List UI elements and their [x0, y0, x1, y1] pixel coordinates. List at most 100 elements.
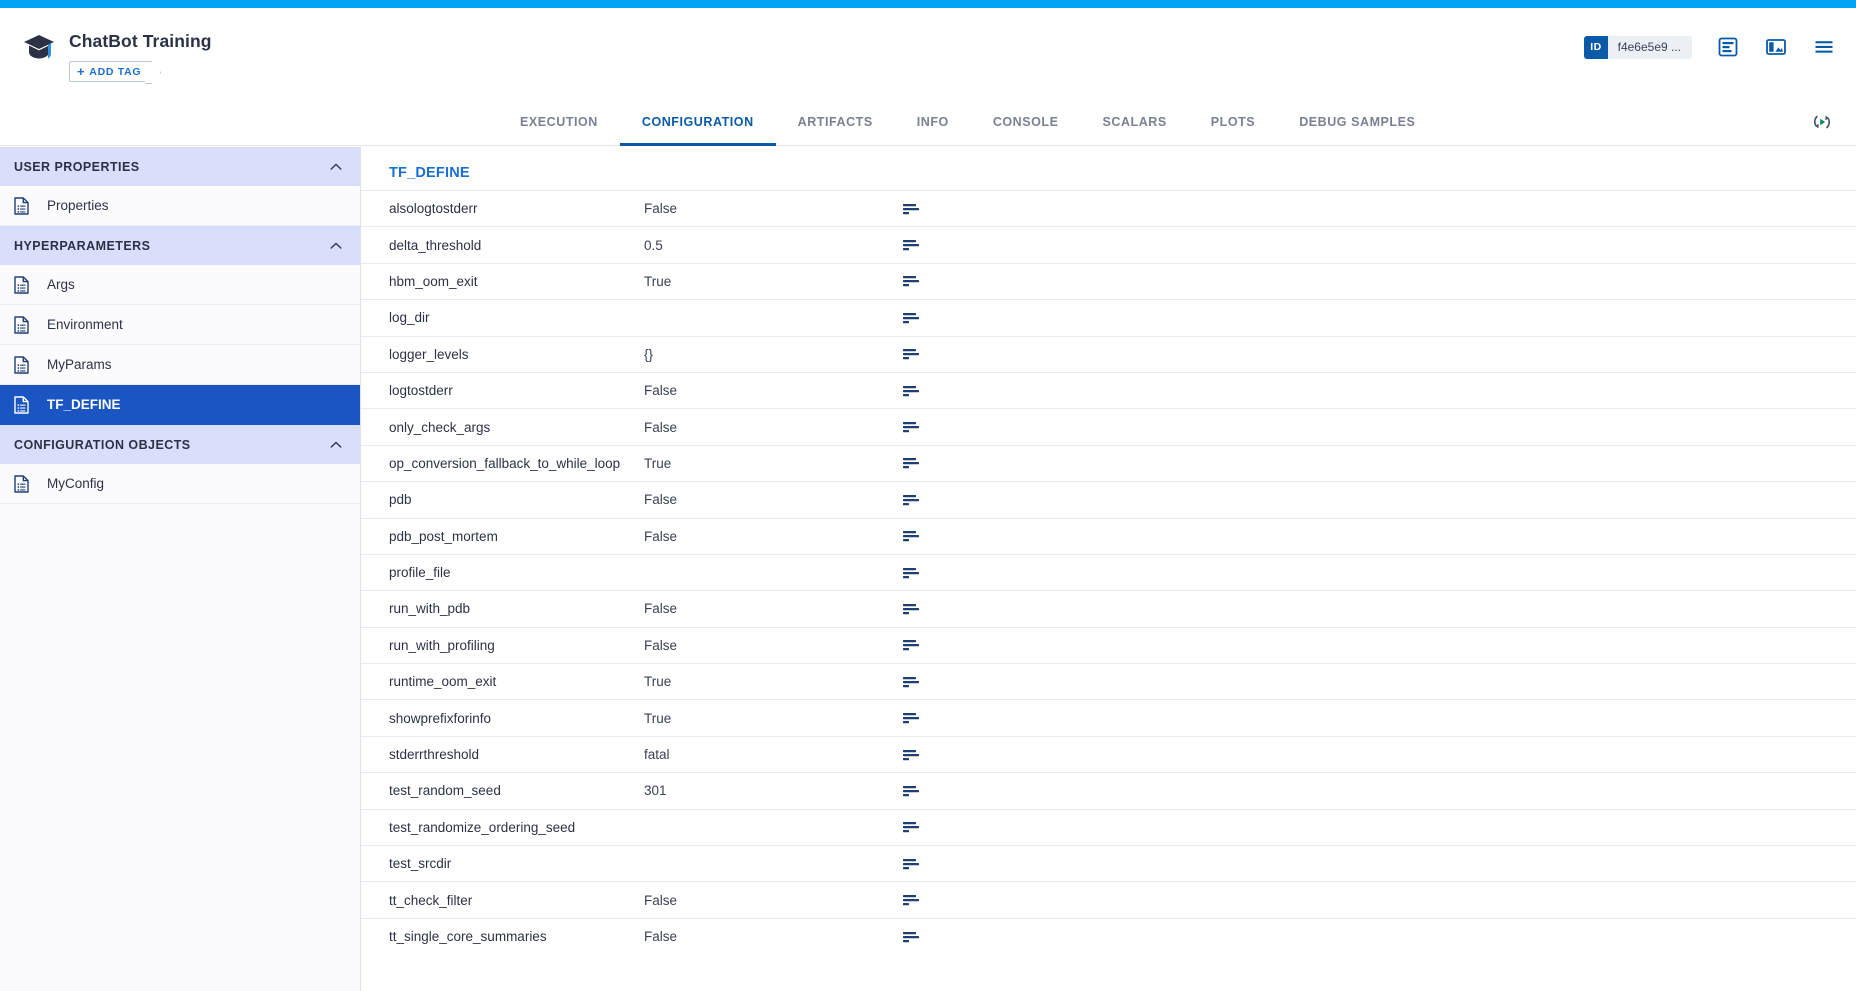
tab-debug-samples[interactable]: DEBUG SAMPLES: [1277, 98, 1437, 146]
table-row: logtostderrFalse: [361, 372, 1856, 408]
parameter-name: delta_threshold: [389, 238, 644, 253]
menu-icon[interactable]: [1812, 35, 1836, 59]
table-row: showprefixforinfoTrue: [361, 699, 1856, 735]
value-type-icon[interactable]: [902, 384, 922, 398]
header-identity: ChatBot Training + ADD TAG: [22, 30, 212, 82]
toggle-side-panel-icon[interactable]: [1764, 35, 1788, 59]
value-type-icon[interactable]: [902, 311, 922, 325]
tab-plots[interactable]: PLOTS: [1189, 98, 1277, 146]
value-type-icon[interactable]: [902, 893, 922, 907]
sidebar-item-tf-define[interactable]: TF_DEFINE: [0, 385, 360, 425]
tab-bar: EXECUTION CONFIGURATION ARTIFACTS INFO CONSO…: [0, 98, 1856, 146]
value-type-icon[interactable]: [902, 347, 922, 361]
value-type-icon[interactable]: [902, 602, 922, 616]
value-type-icon[interactable]: [902, 420, 922, 434]
tab-artifacts[interactable]: ARTIFACTS: [776, 98, 895, 146]
table-row: pdbFalse: [361, 481, 1856, 517]
tab-info[interactable]: INFO: [895, 98, 971, 146]
parameter-name: op_conversion_fallback_to_while_loop: [389, 456, 644, 471]
tab-configuration[interactable]: CONFIGURATION: [620, 98, 776, 146]
tab-label: ARTIFACTS: [798, 115, 873, 129]
value-type-icon[interactable]: [902, 238, 922, 252]
sidebar-section-label: CONFIGURATION OBJECTS: [14, 438, 329, 452]
value-type-icon[interactable]: [902, 202, 922, 216]
value-type-icon[interactable]: [902, 857, 922, 871]
chevron-up-icon[interactable]: [329, 239, 343, 253]
parameter-value: fatal: [644, 747, 902, 762]
document-icon: [14, 316, 29, 334]
tab-label: CONFIGURATION: [642, 115, 754, 129]
parameter-name: logger_levels: [389, 347, 644, 362]
sidebar-item-environment[interactable]: Environment: [0, 305, 360, 345]
sidebar[interactable]: USER PROPERTIES Properties HYPERPARAMETERS…: [0, 147, 361, 991]
main-content[interactable]: TF_DEFINE alsologtostderrFalsedelta_thre…: [361, 147, 1856, 991]
parameter-value: 0.5: [644, 238, 902, 253]
sidebar-item-args[interactable]: Args: [0, 265, 360, 305]
table-row: tt_check_filterFalse: [361, 881, 1856, 917]
sidebar-item-myparams[interactable]: MyParams: [0, 345, 360, 385]
parameter-name: runtime_oom_exit: [389, 674, 644, 689]
tab-label: EXECUTION: [520, 115, 598, 129]
value-type-icon[interactable]: [902, 493, 922, 507]
header-actions: ID f4e6e5e9 ...: [1584, 35, 1836, 59]
tab-label: DEBUG SAMPLES: [1299, 115, 1415, 129]
table-row: test_srcdir: [361, 845, 1856, 881]
parameter-value: True: [644, 711, 902, 726]
sidebar-item-label: Environment: [47, 317, 123, 332]
chevron-up-icon[interactable]: [329, 438, 343, 452]
sidebar-item-label: Properties: [47, 198, 109, 213]
value-type-icon[interactable]: [902, 274, 922, 288]
parameter-value: False: [644, 893, 902, 908]
table-row: test_randomize_ordering_seed: [361, 809, 1856, 845]
value-type-icon[interactable]: [902, 820, 922, 834]
sidebar-item-properties[interactable]: Properties: [0, 186, 360, 226]
body-area: USER PROPERTIES Properties HYPERPARAMETERS…: [0, 147, 1856, 991]
tab-label: INFO: [917, 115, 949, 129]
tab-console[interactable]: CONSOLE: [971, 98, 1081, 146]
auto-refresh-icon[interactable]: [1810, 110, 1834, 134]
parameter-value: False: [644, 201, 902, 216]
page-header: ChatBot Training + ADD TAG ID f4e6e5e9 .…: [0, 8, 1856, 98]
parameter-value: True: [644, 456, 902, 471]
parameter-name: showprefixforinfo: [389, 711, 644, 726]
document-icon: [14, 276, 29, 294]
table-row: pdb_post_mortemFalse: [361, 518, 1856, 554]
parameter-name: log_dir: [389, 310, 644, 325]
table-row: hbm_oom_exitTrue: [361, 263, 1856, 299]
value-type-icon[interactable]: [902, 711, 922, 725]
experiment-id-chip[interactable]: ID f4e6e5e9 ...: [1584, 36, 1692, 59]
chevron-up-icon[interactable]: [329, 160, 343, 174]
sidebar-section-user-properties[interactable]: USER PROPERTIES: [0, 147, 360, 186]
value-type-icon[interactable]: [902, 638, 922, 652]
parameter-value: False: [644, 638, 902, 653]
value-type-icon[interactable]: [902, 784, 922, 798]
document-icon: [14, 475, 29, 493]
sidebar-item-myconfig[interactable]: MyConfig: [0, 464, 360, 504]
table-row: runtime_oom_exitTrue: [361, 663, 1856, 699]
value-type-icon[interactable]: [902, 566, 922, 580]
sidebar-section-hyperparameters[interactable]: HYPERPARAMETERS: [0, 226, 360, 265]
tab-label: CONSOLE: [993, 115, 1059, 129]
compare-experiments-icon[interactable]: [1716, 35, 1740, 59]
tab-scalars[interactable]: SCALARS: [1080, 98, 1188, 146]
title-block: ChatBot Training + ADD TAG: [69, 30, 212, 82]
value-type-icon[interactable]: [902, 456, 922, 470]
configuration-table: alsologtostderrFalsedelta_threshold0.5hb…: [361, 190, 1856, 954]
value-type-icon[interactable]: [902, 930, 922, 944]
tab-execution[interactable]: EXECUTION: [498, 98, 620, 146]
table-row: run_with_profilingFalse: [361, 627, 1856, 663]
parameter-name: test_random_seed: [389, 783, 644, 798]
value-type-icon[interactable]: [902, 675, 922, 689]
parameter-value: False: [644, 601, 902, 616]
parameter-name: pdb: [389, 492, 644, 507]
value-type-icon[interactable]: [902, 748, 922, 762]
parameter-name: profile_file: [389, 565, 644, 580]
sidebar-section-configuration-objects[interactable]: CONFIGURATION OBJECTS: [0, 425, 360, 464]
document-icon: [14, 197, 29, 215]
add-tag-button[interactable]: + ADD TAG: [69, 61, 150, 82]
sidebar-section-label: HYPERPARAMETERS: [14, 239, 329, 253]
value-type-icon[interactable]: [902, 529, 922, 543]
table-row: profile_file: [361, 554, 1856, 590]
parameter-value: False: [644, 529, 902, 544]
document-icon: [14, 396, 29, 414]
